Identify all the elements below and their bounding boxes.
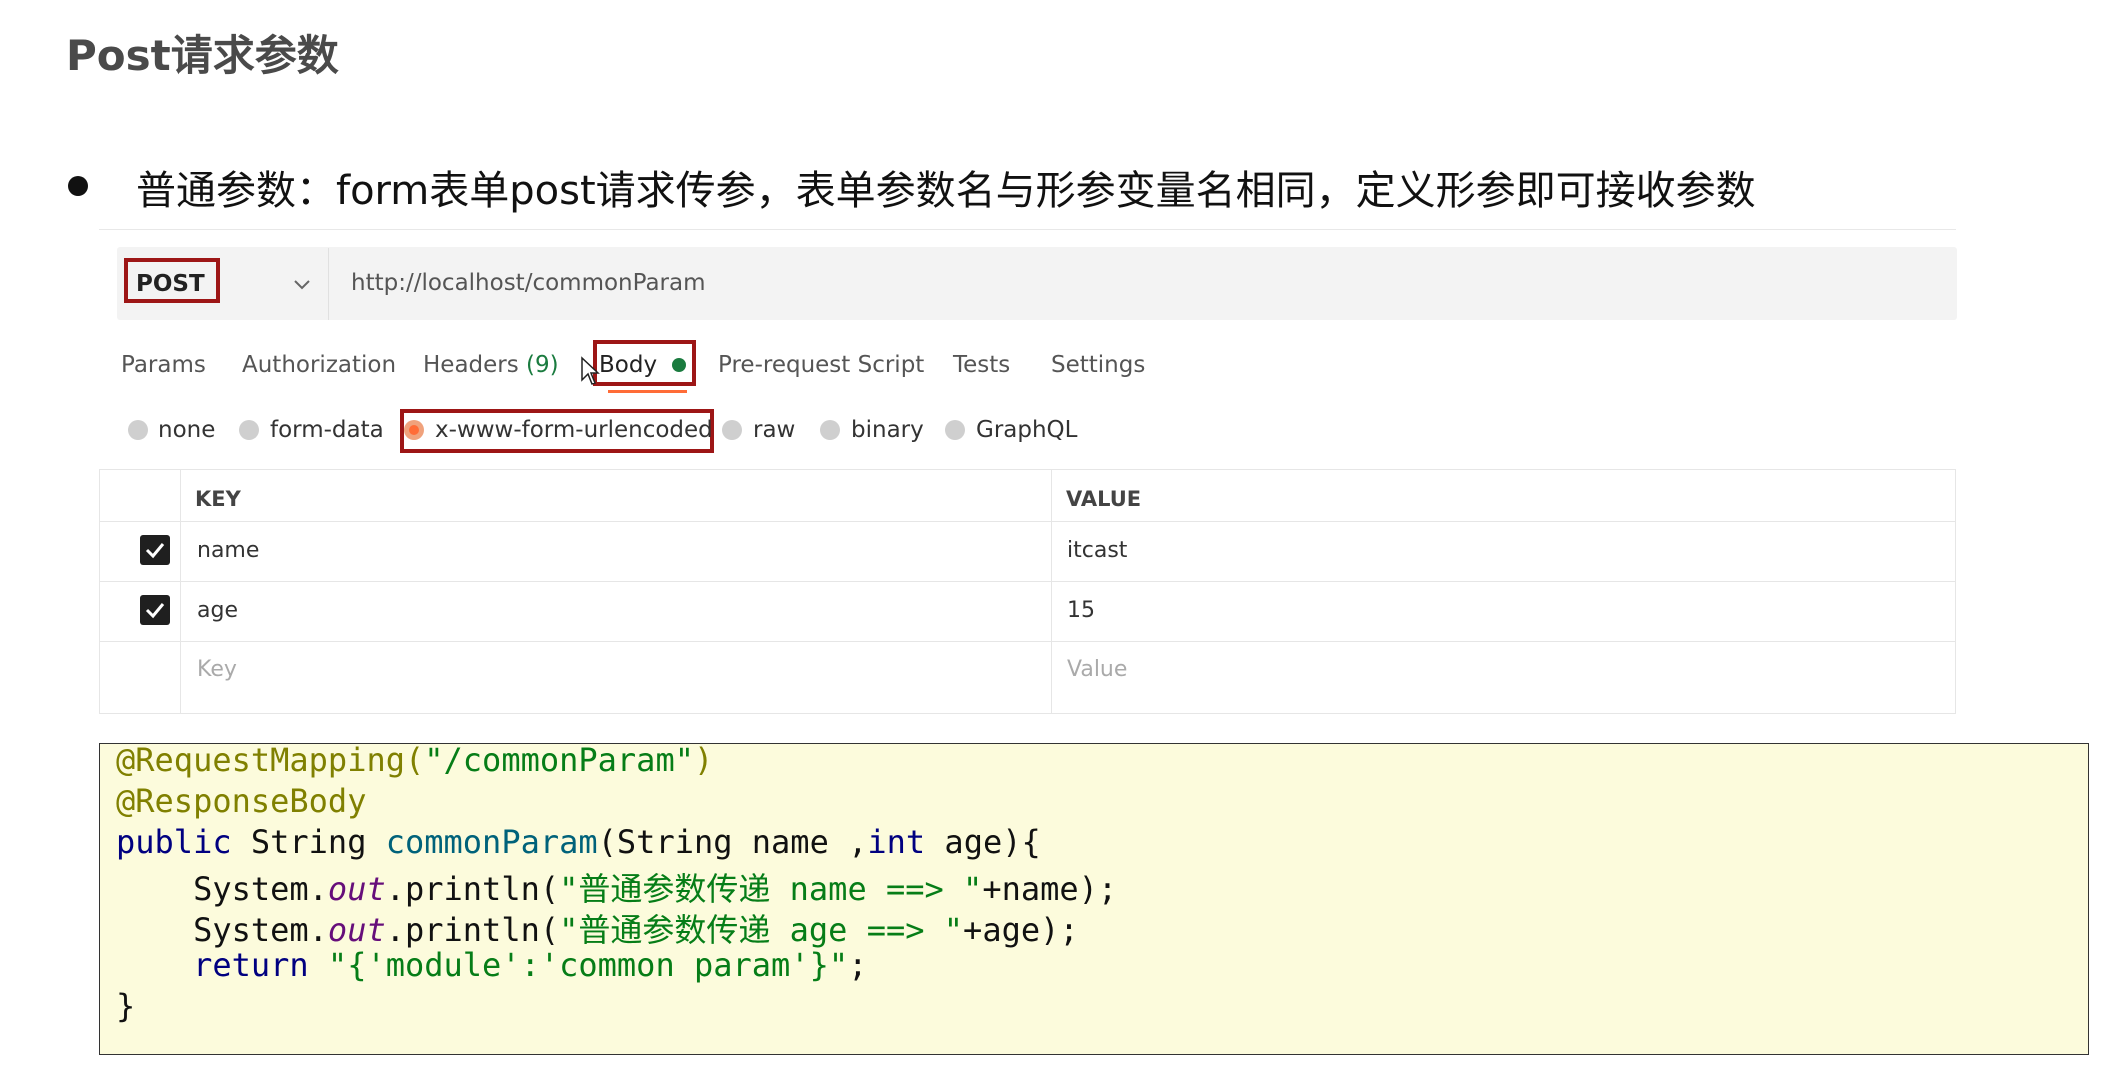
code-line: System.out.println("普通参数传递 name ==> "+na… xyxy=(116,870,1118,908)
radio-none[interactable] xyxy=(128,420,148,440)
page-title: Post请求参数 xyxy=(66,31,339,80)
radio-none-label: none xyxy=(158,417,216,443)
table-cell-value[interactable]: itcast xyxy=(1067,538,1127,563)
row-checkbox[interactable] xyxy=(140,535,170,565)
code-line: @ResponseBody xyxy=(116,782,367,820)
tab-tests[interactable]: Tests xyxy=(953,352,1010,378)
headers-count-badge: (9) xyxy=(526,352,559,378)
table-cell-key[interactable]: name xyxy=(197,538,259,563)
method-select[interactable]: POST xyxy=(136,271,205,297)
active-tab-underline xyxy=(608,390,687,393)
radio-binary[interactable] xyxy=(820,420,840,440)
table-cell-value[interactable]: 15 xyxy=(1067,598,1095,623)
table-divider xyxy=(1051,469,1052,714)
radio-raw[interactable] xyxy=(722,420,742,440)
code-line: public String commonParam(String name ,i… xyxy=(116,823,1041,861)
method-divider xyxy=(328,248,329,320)
radio-binary-label: binary xyxy=(851,417,924,443)
tab-authorization[interactable]: Authorization xyxy=(242,352,396,378)
code-line: System.out.println("普通参数传递 age ==> "+age… xyxy=(116,911,1079,949)
tab-pre-request-script[interactable]: Pre-request Script xyxy=(718,352,924,378)
radio-x-www-form-urlencoded-label: x-www-form-urlencoded xyxy=(435,417,713,443)
radio-graphql-label: GraphQL xyxy=(976,417,1078,443)
code-line: } xyxy=(116,987,136,1025)
tab-headers-label: Headers xyxy=(423,352,519,378)
chevron-down-icon[interactable] xyxy=(292,270,312,298)
row-checkbox[interactable] xyxy=(140,595,170,625)
params-table xyxy=(99,469,1956,714)
bullet-icon xyxy=(68,176,88,196)
code-line: return "{'module':'common param'}"; xyxy=(116,946,868,984)
body-indicator-dot xyxy=(672,358,686,372)
code-line: @RequestMapping("/commonParam") xyxy=(116,741,714,779)
tab-params[interactable]: Params xyxy=(121,352,206,378)
tab-body[interactable]: Body xyxy=(599,352,657,378)
radio-raw-label: raw xyxy=(753,417,796,443)
table-divider xyxy=(99,641,1956,642)
key-placeholder[interactable]: Key xyxy=(197,657,237,682)
table-divider xyxy=(99,581,1956,582)
value-column-header: VALUE xyxy=(1066,487,1142,511)
table-divider xyxy=(180,469,181,714)
tab-settings[interactable]: Settings xyxy=(1051,352,1145,378)
value-placeholder[interactable]: Value xyxy=(1067,657,1127,682)
table-cell-key[interactable]: age xyxy=(197,598,238,623)
url-input[interactable] xyxy=(351,265,1911,301)
radio-form-data-label: form-data xyxy=(270,417,384,443)
radio-graphql[interactable] xyxy=(945,420,965,440)
radio-form-data[interactable] xyxy=(239,420,259,440)
key-column-header: KEY xyxy=(195,487,241,511)
bullet-text: 普通参数：form表单post请求传参，表单参数名与形参变量名相同，定义形参即可… xyxy=(136,168,1756,214)
tab-headers[interactable]: Headers (9) xyxy=(423,352,559,378)
table-divider xyxy=(99,521,1956,522)
radio-x-www-form-urlencoded[interactable] xyxy=(404,420,424,440)
cursor-icon xyxy=(580,356,600,390)
